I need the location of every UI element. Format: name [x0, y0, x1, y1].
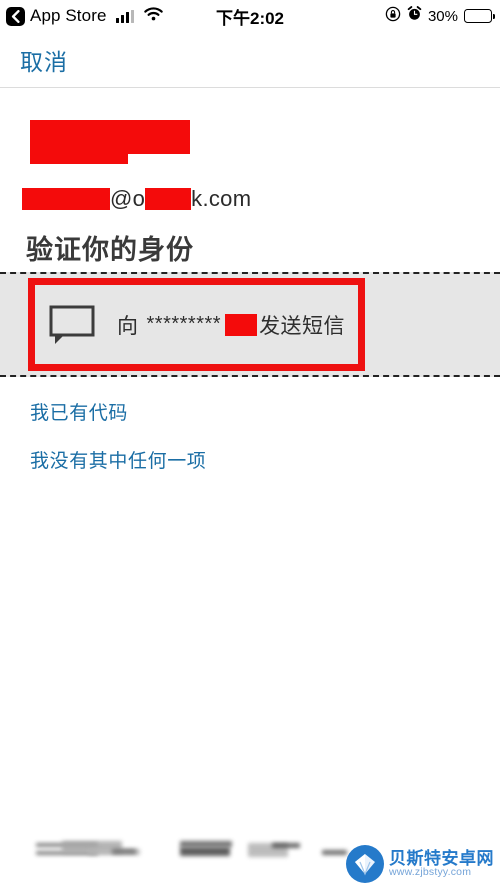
account-info: @o k.com	[0, 100, 500, 212]
blurred-footer-bar	[112, 849, 136, 854]
option-prefix: 向	[117, 314, 139, 338]
watermark-text: 贝斯特安卓网 www.zjbstyy.com	[389, 848, 494, 879]
phone-screen: App Store 下午2:02 30% 取消 @o k.com 验证你的身份 …	[0, 0, 500, 889]
account-email: @o k.com	[22, 186, 500, 212]
watermark-site-name: 贝斯特安卓网	[389, 848, 494, 868]
status-bar: App Store 下午2:02 30%	[0, 0, 500, 32]
no-options-link[interactable]: 我没有其中任何一项	[30, 446, 206, 473]
cancel-button[interactable]: 取消	[20, 43, 68, 77]
account-name-redaction	[30, 120, 190, 154]
battery-percent-label: 30%	[427, 7, 458, 25]
send-sms-option[interactable]: 向 ********* 发送短信	[28, 278, 365, 371]
option-suffix: 发送短信	[259, 314, 346, 338]
message-bubble-icon	[49, 305, 95, 345]
email-suffix-fragment: k.com	[191, 186, 252, 211]
navigation-bar: 取消	[0, 32, 500, 87]
watermark: 贝斯特安卓网 www.zjbstyy.com	[346, 845, 494, 883]
email-prefix-redaction	[22, 188, 110, 210]
verification-option-band: 向 ********* 发送短信	[0, 272, 500, 377]
navbar-divider	[0, 87, 500, 88]
email-domain-redaction	[145, 188, 192, 210]
battery-icon	[464, 9, 495, 23]
watermark-site-url: www.zjbstyy.com	[389, 866, 472, 879]
blurred-footer-bar	[272, 843, 300, 848]
email-at-fragment: @o	[110, 186, 146, 211]
blurred-footer-bar	[180, 847, 230, 856]
rotation-lock-icon	[385, 6, 401, 27]
status-bar-right: 30%	[385, 0, 495, 32]
send-sms-option-label: 向 ********* 发送短信	[117, 310, 345, 340]
masked-phone-redaction	[225, 313, 258, 336]
alarm-clock-icon	[407, 6, 422, 26]
shell-logo-icon	[346, 845, 384, 883]
have-code-link[interactable]: 我已有代码	[30, 398, 128, 425]
page-title: 验证你的身份	[26, 235, 194, 265]
masked-phone-number: *********	[146, 313, 222, 335]
blurred-footer-bar	[322, 850, 347, 855]
blurred-footer: 贝斯特安卓网 www.zjbstyy.com	[0, 819, 500, 889]
